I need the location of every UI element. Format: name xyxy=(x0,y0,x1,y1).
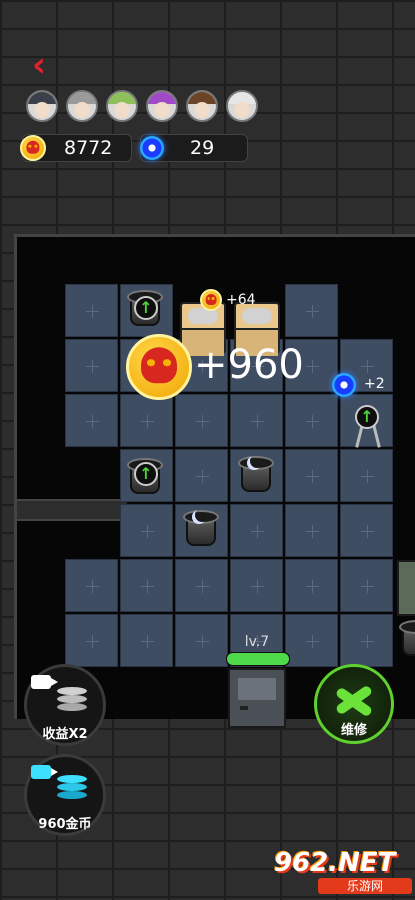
big-skull-coin-icon xyxy=(126,334,192,400)
bed-pillow xyxy=(242,308,272,324)
avatar-face xyxy=(74,102,90,118)
floor-tile[interactable] xyxy=(65,394,118,447)
door-health-fill xyxy=(227,653,289,665)
floor-tile[interactable] xyxy=(285,394,338,447)
floor-tile[interactable] xyxy=(120,614,173,667)
floor-tile[interactable] xyxy=(285,504,338,557)
floor-tile[interactable] xyxy=(65,339,118,392)
repair-button[interactable]: 维修 xyxy=(314,664,394,744)
floor-tile[interactable] xyxy=(65,614,118,667)
bucket-trap-edge[interactable] xyxy=(399,616,415,656)
floor-tile[interactable] xyxy=(175,394,228,447)
video-camera-icon xyxy=(31,765,58,779)
skull-shape xyxy=(205,294,217,305)
floor-tile[interactable] xyxy=(230,504,283,557)
floor-tile[interactable] xyxy=(340,614,393,667)
floor-tile[interactable] xyxy=(65,559,118,612)
floor-tile[interactable] xyxy=(175,449,228,502)
repair-label: 维修 xyxy=(340,723,367,738)
floor-tile[interactable] xyxy=(340,559,393,612)
coin-gain-big: +960 xyxy=(194,342,304,388)
floor-tile[interactable] xyxy=(340,449,393,502)
avatar-grey-hair[interactable] xyxy=(66,90,98,122)
skull-shape xyxy=(26,140,40,154)
skull-shape xyxy=(141,347,177,384)
room-door[interactable]: lv.7 xyxy=(222,634,292,730)
coin-gain-small: +64 xyxy=(226,292,256,308)
watermark-sub: 乐游网 xyxy=(318,878,412,894)
avatar-face xyxy=(154,102,170,118)
floor-tile[interactable] xyxy=(65,284,118,337)
floor-tile[interactable] xyxy=(120,559,173,612)
small-coin-icon xyxy=(200,289,222,311)
gem-gain: +2 xyxy=(364,376,385,392)
double-income-button[interactable]: 收益X2 xyxy=(24,664,106,746)
floor-tile[interactable] xyxy=(285,284,338,337)
avatar-face xyxy=(234,102,250,118)
coin-stack-icon xyxy=(57,703,87,711)
coins-reward-label: 960金币 xyxy=(38,817,92,832)
moon-icon xyxy=(250,454,264,468)
chevron-left-icon: ‹ xyxy=(32,45,47,85)
gem-count: 29 xyxy=(190,137,215,159)
floor-tile[interactable] xyxy=(175,614,228,667)
bucket-trap[interactable] xyxy=(183,506,219,546)
floor-tile[interactable] xyxy=(285,449,338,502)
bucket-trap[interactable] xyxy=(238,452,274,492)
site-watermark: 962.NET 乐游网 xyxy=(274,848,412,896)
upgrade-arrow-icon[interactable]: ↑ xyxy=(134,462,158,486)
avatar-face xyxy=(34,102,50,118)
floor-tile[interactable] xyxy=(230,559,283,612)
coin-count: 8772 xyxy=(64,137,113,159)
generator-machine[interactable] xyxy=(397,560,415,616)
coin-stack-icon xyxy=(57,775,87,783)
floor-tile[interactable] xyxy=(340,504,393,557)
avatar-face xyxy=(114,102,130,118)
skull-coin-icon xyxy=(20,135,46,161)
avatar-face xyxy=(194,102,210,118)
team-avatars xyxy=(26,90,258,122)
avatar-green-hair[interactable] xyxy=(106,90,138,122)
floor-tile[interactable] xyxy=(285,614,338,667)
door-icon xyxy=(228,668,286,728)
avatar-brown-hair[interactable] xyxy=(186,90,218,122)
coins-reward-button[interactable]: 960金币 xyxy=(24,754,106,836)
coin-stack-icon xyxy=(57,783,87,791)
floor-tile[interactable] xyxy=(120,504,173,557)
floor-tile[interactable] xyxy=(120,394,173,447)
double-income-label: 收益X2 xyxy=(42,727,88,742)
moon-icon xyxy=(195,508,209,522)
coin-stack-icon xyxy=(57,791,87,799)
coin-stack-icon xyxy=(57,687,87,695)
floor-tile[interactable] xyxy=(230,394,283,447)
watermark-logo: 962.NET xyxy=(274,848,396,878)
blue-gem-icon xyxy=(332,373,356,397)
video-camera-icon xyxy=(31,675,58,689)
upgrade-arrow-icon[interactable]: ↑ xyxy=(355,405,379,429)
door-level: lv.7 xyxy=(244,634,270,650)
floor-tile[interactable] xyxy=(175,559,228,612)
blue-gem-icon xyxy=(140,136,164,160)
inner-wall xyxy=(17,499,127,521)
floor-tile[interactable] xyxy=(285,559,338,612)
door-health-bar xyxy=(226,652,290,666)
avatar-masked-boy[interactable] xyxy=(26,90,58,122)
coin-stack-icon xyxy=(57,695,87,703)
avatar-bald-glasses[interactable] xyxy=(226,90,258,122)
back-button[interactable]: ‹ xyxy=(32,48,60,82)
avatar-purple-hair[interactable] xyxy=(146,90,178,122)
upgrade-arrow-icon[interactable]: ↑ xyxy=(134,296,158,320)
